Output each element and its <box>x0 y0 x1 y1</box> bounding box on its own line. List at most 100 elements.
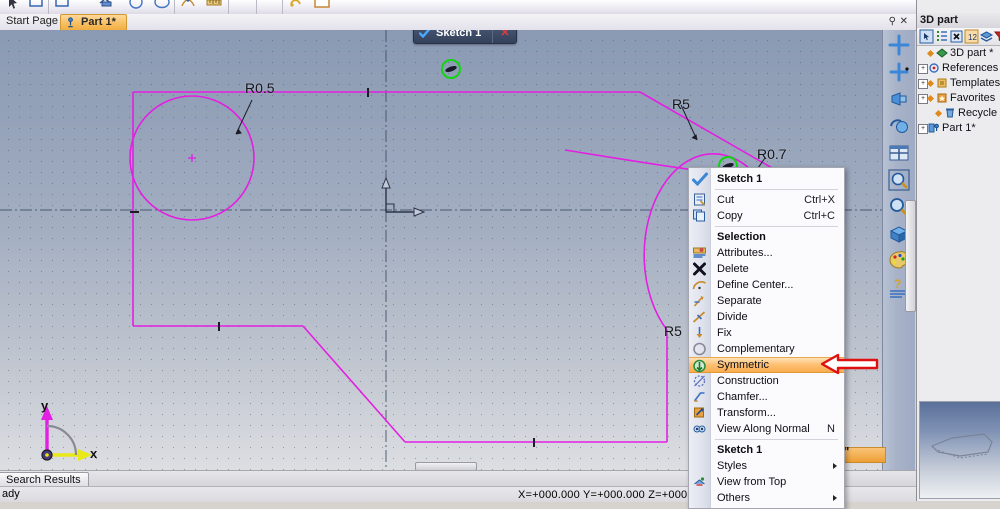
part-icon <box>68 17 73 28</box>
model-tree-panel[interactable]: 3D part 12 3D part * + References + Template… <box>916 0 1000 501</box>
menu-separator <box>715 439 838 440</box>
menu-item-label: Fix <box>717 327 732 339</box>
select-arrow-icon[interactable] <box>4 0 24 12</box>
callout-arrow-icon <box>820 353 879 375</box>
circle-center-marker <box>188 154 196 162</box>
tree-status-diamond <box>934 109 943 118</box>
measure-icon[interactable] <box>204 0 224 12</box>
tree-filter-icon[interactable] <box>993 29 1000 44</box>
menu-item-label: Define Center... <box>717 279 794 291</box>
sketch-1-tab[interactable]: Sketch 1 ✕ <box>413 30 517 44</box>
menu-item-label: Transform... <box>717 407 776 419</box>
tree-expand-icon[interactable] <box>934 29 949 44</box>
delete-icon <box>693 262 706 276</box>
menu-item-separate[interactable]: Separate <box>689 293 844 309</box>
tree-status-diamond <box>926 49 935 58</box>
context-menu[interactable]: Sketch 1 Cut Ctrl+X Copy Ctrl+C Selection Attr… <box>688 167 845 509</box>
attributes-icon <box>693 247 706 258</box>
menu-item-cut[interactable]: Cut Ctrl+X <box>689 192 844 208</box>
preview-pane[interactable] <box>919 401 1000 499</box>
menu-item-label: Construction <box>717 375 779 387</box>
rectangle-icon[interactable] <box>26 0 46 12</box>
menu-item-delete[interactable]: Delete <box>689 261 844 277</box>
cut-icon <box>694 193 706 206</box>
viewport-vertical-scrollbar[interactable] <box>905 200 916 312</box>
move-icon[interactable] <box>887 60 911 84</box>
close-sketch-button[interactable]: ✕ <box>492 30 510 43</box>
menu-item-fix[interactable]: Fix <box>689 325 844 341</box>
pan-icon[interactable] <box>887 33 911 57</box>
menu-item-attributes[interactable]: Attributes... <box>689 245 844 261</box>
panel-title: 3D part <box>920 14 958 26</box>
menu-item-label: Symmetric <box>717 359 769 371</box>
constraint-icon[interactable] <box>286 0 306 12</box>
menu-item-sketch-1: Sketch 1 <box>689 171 844 187</box>
tree-collapse-icon[interactable] <box>949 29 964 44</box>
ellipse-icon[interactable] <box>152 0 172 12</box>
spline-icon[interactable] <box>178 0 198 12</box>
menu-item-label: Sketch 1 <box>717 173 763 185</box>
references-icon <box>929 63 939 73</box>
view-top-icon <box>694 477 705 486</box>
menu-item-divide[interactable]: Divide <box>689 309 844 325</box>
dimension-label-r07: R0.7 <box>757 146 787 162</box>
menu-item-view-along-normal[interactable]: View Along Normal N <box>689 421 844 437</box>
split-view-icon[interactable] <box>887 141 911 165</box>
window-tab-bar[interactable]: Start Page Part 1* ⚲ ✕ <box>0 14 916 31</box>
dimension-label-r5-top: R5 <box>672 96 690 112</box>
menu-item-chamfer[interactable]: Chamfer... <box>689 389 844 405</box>
define-center-icon <box>692 281 706 290</box>
menu-item-label: Others <box>717 492 751 504</box>
tree-select-icon[interactable] <box>919 29 934 44</box>
menu-item-styles[interactable]: Styles <box>689 458 844 474</box>
tab-start-page[interactable]: Start Page <box>0 14 66 29</box>
line-icon[interactable] <box>52 0 72 12</box>
checkmark-icon <box>419 30 431 39</box>
model-tree[interactable]: 3D part * + References + Templates + Favorites… <box>917 46 1000 134</box>
preview-geometry <box>930 433 993 459</box>
rotate-view-icon[interactable] <box>887 114 911 138</box>
svg-text:12: 12 <box>968 33 977 42</box>
menu-item-shortcut: Ctrl+C <box>803 210 835 222</box>
tree-layers-icon[interactable] <box>979 29 994 44</box>
status-text: ady <box>2 488 20 500</box>
sheet-icon[interactable] <box>312 0 332 12</box>
fly-through-icon[interactable] <box>887 87 911 111</box>
close-tab-button[interactable]: ✕ <box>900 16 908 27</box>
menu-item-shortcut: Ctrl+X <box>804 194 835 206</box>
chamfer-icon <box>693 392 705 402</box>
tree-toolbar[interactable]: 12 <box>917 28 1000 46</box>
recyclebin-icon <box>946 108 954 118</box>
menu-item-define-center[interactable]: Define Center... <box>689 277 844 293</box>
tree-status-diamond <box>926 79 935 88</box>
tree-item-label: References <box>942 62 999 74</box>
menu-item-others[interactable]: Others <box>689 490 844 506</box>
menu-item-selection: Selection <box>689 229 844 245</box>
menu-item-transform[interactable]: Transform... <box>689 405 844 421</box>
pin-tab-button[interactable]: ⚲ <box>889 16 896 27</box>
zoom-area-icon[interactable] <box>887 168 911 192</box>
tree-expander[interactable]: + <box>918 124 928 134</box>
dimension-label-r05: R0.5 <box>245 80 275 96</box>
tree-expander[interactable]: + <box>918 64 928 74</box>
menu-item-label: Delete <box>717 263 749 275</box>
menu-item-label: Styles <box>717 460 747 472</box>
pattern-icon[interactable] <box>96 0 116 12</box>
menu-item-label: Divide <box>717 311 748 323</box>
menu-separator <box>715 226 838 227</box>
axis-triad <box>41 406 92 461</box>
menu-item-view-from-top[interactable]: View from Top <box>689 474 844 490</box>
tree-item-label: Recycle bin <box>958 107 1000 119</box>
tree-order-icon[interactable]: 12 <box>964 29 979 44</box>
menu-item-label: View Along Normal <box>717 423 810 435</box>
menu-item-label: Sketch 1 <box>717 444 763 456</box>
tab-part-1[interactable]: Part 1* <box>60 14 127 30</box>
coordinate-readout: X=+000.000 Y=+000.000 Z=+000.00 <box>518 489 704 501</box>
menu-item-copy[interactable]: Copy Ctrl+C <box>689 208 844 224</box>
circle-icon[interactable] <box>126 0 146 12</box>
dimension-leaders <box>235 99 766 183</box>
construction-icon <box>693 375 706 387</box>
checkmark-icon <box>692 172 708 187</box>
top-toolbar[interactable] <box>0 0 1000 15</box>
menu-item-shortcut: N <box>827 423 835 435</box>
